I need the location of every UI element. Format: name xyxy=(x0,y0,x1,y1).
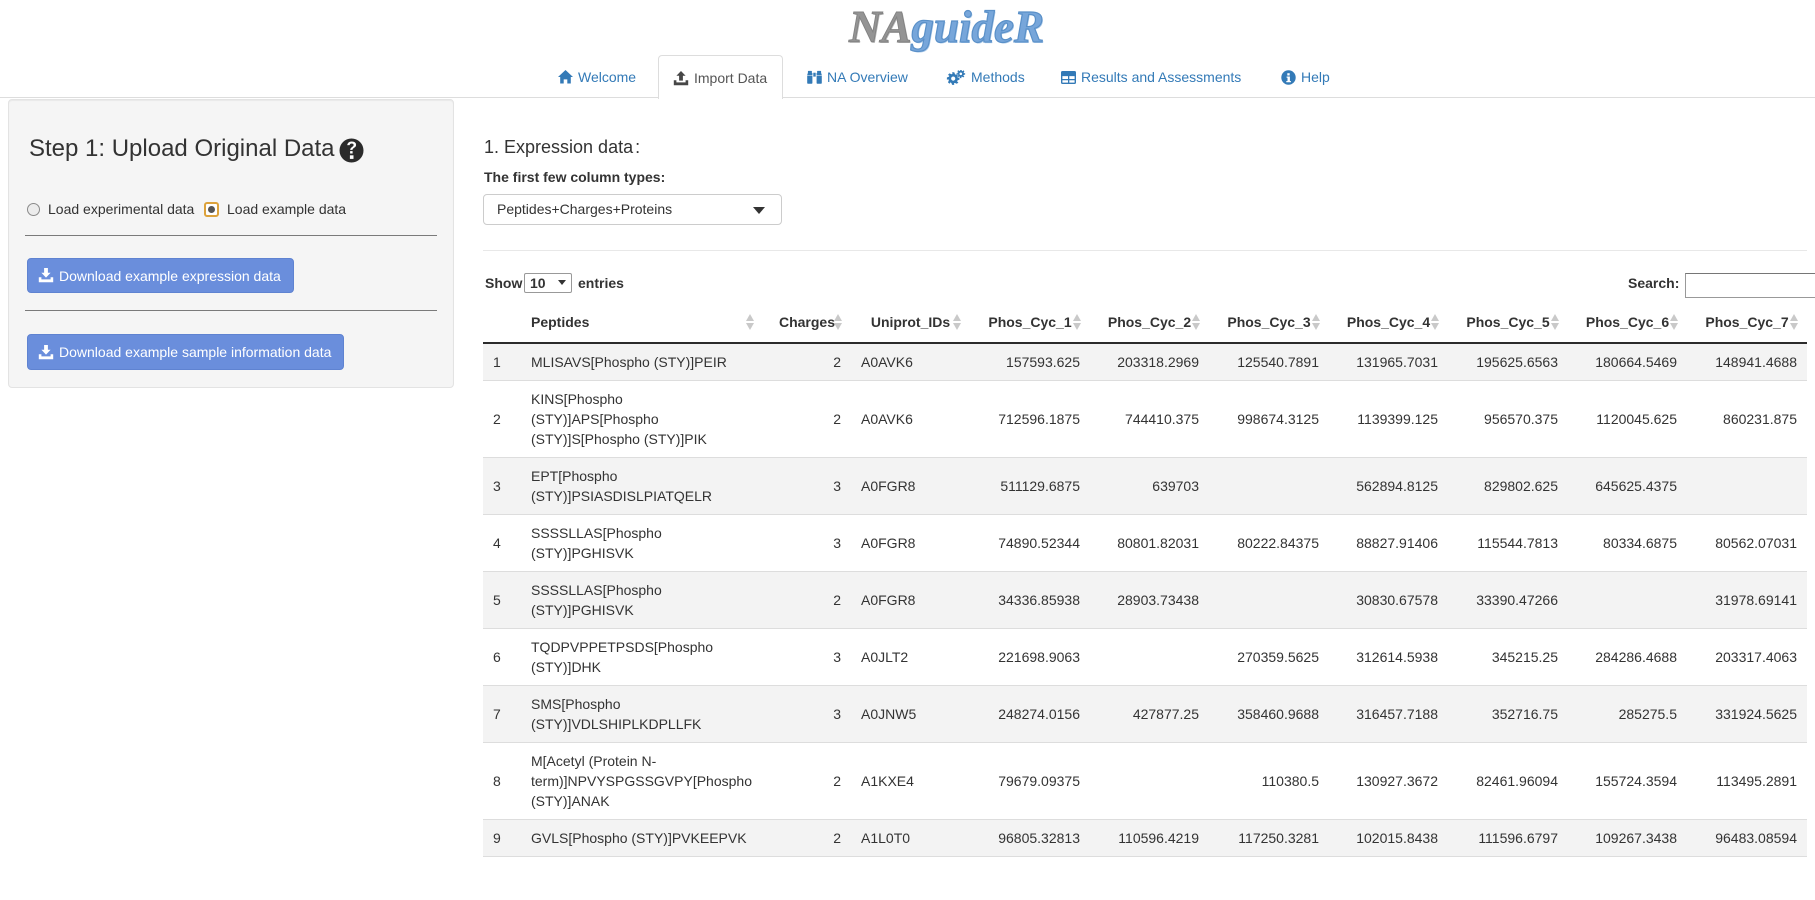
svg-text:?: ? xyxy=(346,138,357,158)
